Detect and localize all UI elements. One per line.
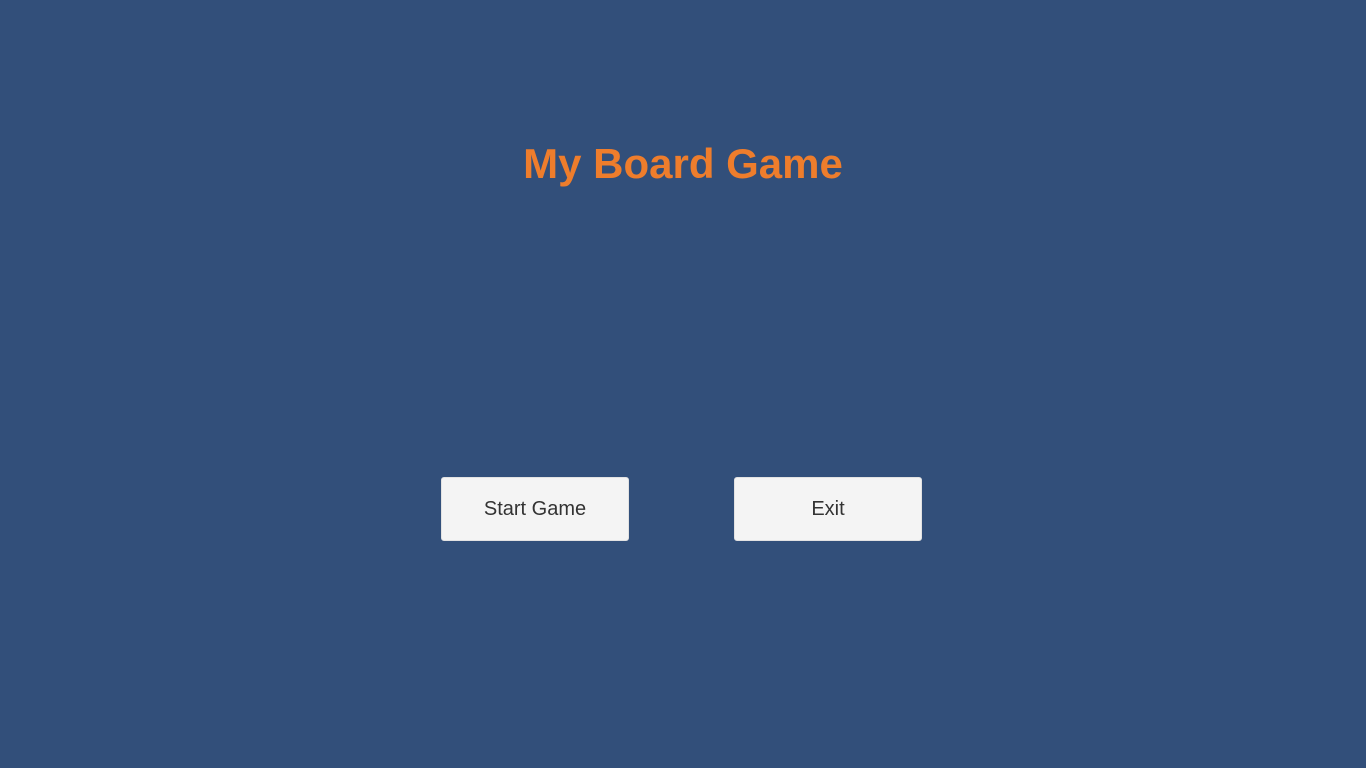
main-menu-screen: My Board Game Start Game Exit: [0, 0, 1366, 768]
exit-button[interactable]: Exit: [734, 477, 922, 541]
game-title: My Board Game: [523, 140, 843, 187]
start-game-button[interactable]: Start Game: [441, 477, 629, 541]
